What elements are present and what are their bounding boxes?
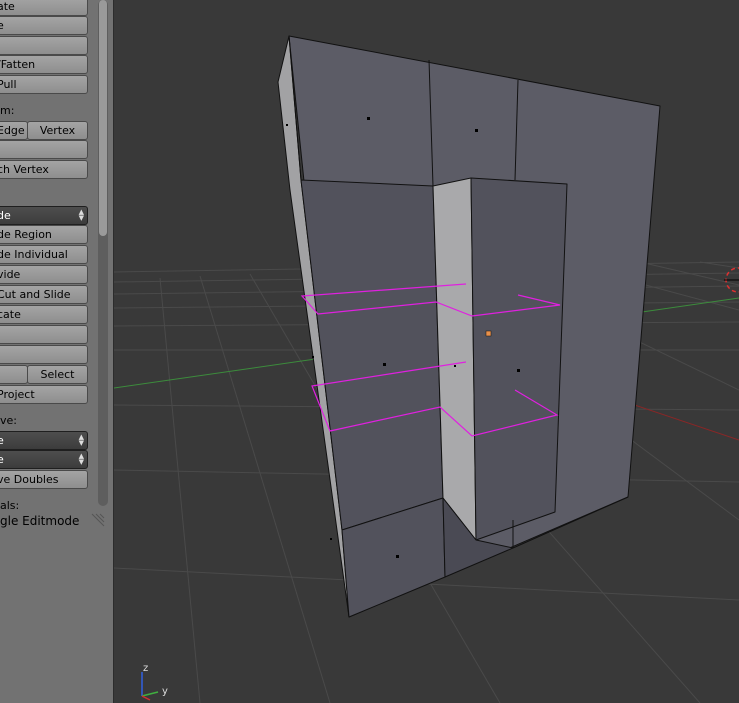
rotate-button-label: ate [0, 0, 15, 13]
duplicate-button[interactable]: cate [0, 305, 88, 324]
tool-button-blank-3[interactable] [0, 325, 88, 344]
panel-resize-grip-icon[interactable] [90, 512, 106, 528]
tool-button-blank-4[interactable]: . [0, 345, 88, 364]
knife-project-label: Project [0, 388, 35, 401]
scale-button[interactable]: e [0, 16, 88, 35]
toggle-editmode-button[interactable]: gle Editmode [0, 514, 79, 528]
loop-cut-slide-button[interactable]: Cut and Slide [0, 285, 88, 304]
updown-arrow-icon: ▲ ▼ [78, 208, 84, 222]
remove-dropdown-2[interactable]: e ▲▼ [0, 450, 88, 469]
axis-gizmo-y-label: y [162, 686, 168, 697]
subdivide-button[interactable]: vide [0, 265, 88, 284]
vertex-button[interactable]: Vertex [27, 121, 88, 140]
extrude-dropdown[interactable]: de ▲▼ [0, 206, 88, 225]
loop-cut-slide-label: Cut and Slide [0, 288, 71, 301]
remove-dropdown-2-value: e [0, 453, 4, 466]
select-left-button[interactable] [0, 365, 28, 384]
patch-vertex-button[interactable]: ch Vertex [0, 160, 88, 179]
toolshelf-scrollbar-thumb[interactable] [99, 0, 107, 236]
tool-button-blank-2[interactable] [0, 140, 88, 159]
edge-button-label: Edge [0, 124, 25, 137]
subdivide-label: vide [0, 268, 21, 281]
knife-project-button[interactable]: Project [0, 385, 88, 404]
updown-arrow-icon: ▲ ▼ [78, 452, 84, 466]
rotate-button[interactable]: ate [0, 0, 88, 16]
vertex-button-label: Vertex [39, 124, 76, 137]
remove-section-label: m: [0, 104, 15, 117]
mesh-face-extrude-front [470, 177, 568, 541]
extrude-region-label: de Region [0, 228, 52, 241]
axis-gizmo-z-label: z [143, 663, 148, 674]
tool-shelf-panel: ate e /Fatten Pull m: Edge Vertex ch Ver… [0, 0, 114, 703]
select-button[interactable]: Select [27, 365, 88, 384]
remove-dropdown-1[interactable]: e ▲▼ [0, 431, 88, 450]
3d-viewport[interactable]: z y [114, 0, 739, 703]
select-button-label: Select [40, 368, 75, 381]
scale-button-label: e [0, 19, 4, 32]
extrude-region-button[interactable]: de Region [0, 225, 88, 244]
push-pull-label: Pull [0, 78, 17, 91]
remove-doubles-label: ve Doubles [0, 473, 59, 486]
edge-button[interactable]: Edge [0, 121, 28, 140]
push-pull-button[interactable]: Pull [0, 75, 88, 94]
shrink-fatten-button[interactable]: /Fatten [0, 55, 88, 74]
remove-label: ve: [0, 414, 17, 427]
extrude-individual-label: de Individual [0, 248, 68, 261]
tool-button-blank-1[interactable] [0, 36, 88, 55]
updown-arrow-icon: ▲ ▼ [78, 433, 84, 447]
remove-doubles-button[interactable]: ve Doubles [0, 470, 88, 489]
remove-dropdown-1-value: e [0, 434, 4, 447]
shrink-fatten-label: /Fatten [0, 58, 36, 71]
extrude-dropdown-value: de [0, 209, 11, 222]
object-origin-icon [485, 330, 492, 337]
normals-label: als: [0, 499, 20, 512]
extrude-individual-button[interactable]: de Individual [0, 245, 88, 264]
duplicate-label: cate [0, 308, 21, 321]
tool-button-blank-4-label: . [0, 348, 1, 361]
patch-vertex-label: ch Vertex [0, 163, 49, 176]
